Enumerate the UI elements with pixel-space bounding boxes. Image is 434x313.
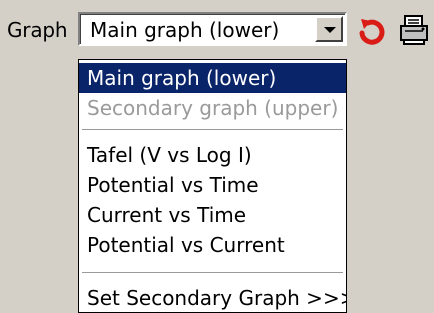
- graph-label: Graph: [7, 18, 68, 42]
- dropdown-item-secondary-graph-upper: Secondary graph (upper): [87, 96, 339, 120]
- dropdown-item-potential-vs-time[interactable]: Potential vs Time: [79, 170, 346, 200]
- dropdown-separator: [82, 272, 343, 274]
- dropdown-item-main-graph-lower[interactable]: Main graph (lower): [79, 63, 346, 93]
- printer-icon[interactable]: [397, 13, 431, 47]
- refresh-icon[interactable]: [354, 13, 388, 47]
- graph-toolbar: Graph Main graph (lower): [0, 0, 434, 60]
- graph-select-dropdown-button[interactable]: [315, 16, 343, 42]
- dropdown-item-set-secondary-graph[interactable]: Set Secondary Graph >>>: [79, 283, 346, 312]
- dropdown-separator: [82, 129, 343, 131]
- graph-dropdown-list: Main graph (lower) Secondary graph (uppe…: [78, 59, 347, 313]
- dropdown-item-potential-vs-current[interactable]: Potential vs Current: [79, 230, 346, 260]
- dropdown-item-current-vs-time[interactable]: Current vs Time: [79, 200, 346, 230]
- chevron-down-icon: [324, 27, 336, 33]
- graph-select-value: Main graph (lower): [90, 18, 280, 42]
- dropdown-item-tafel[interactable]: Tafel (V vs Log I): [79, 140, 346, 170]
- graph-select[interactable]: Main graph (lower): [78, 12, 347, 46]
